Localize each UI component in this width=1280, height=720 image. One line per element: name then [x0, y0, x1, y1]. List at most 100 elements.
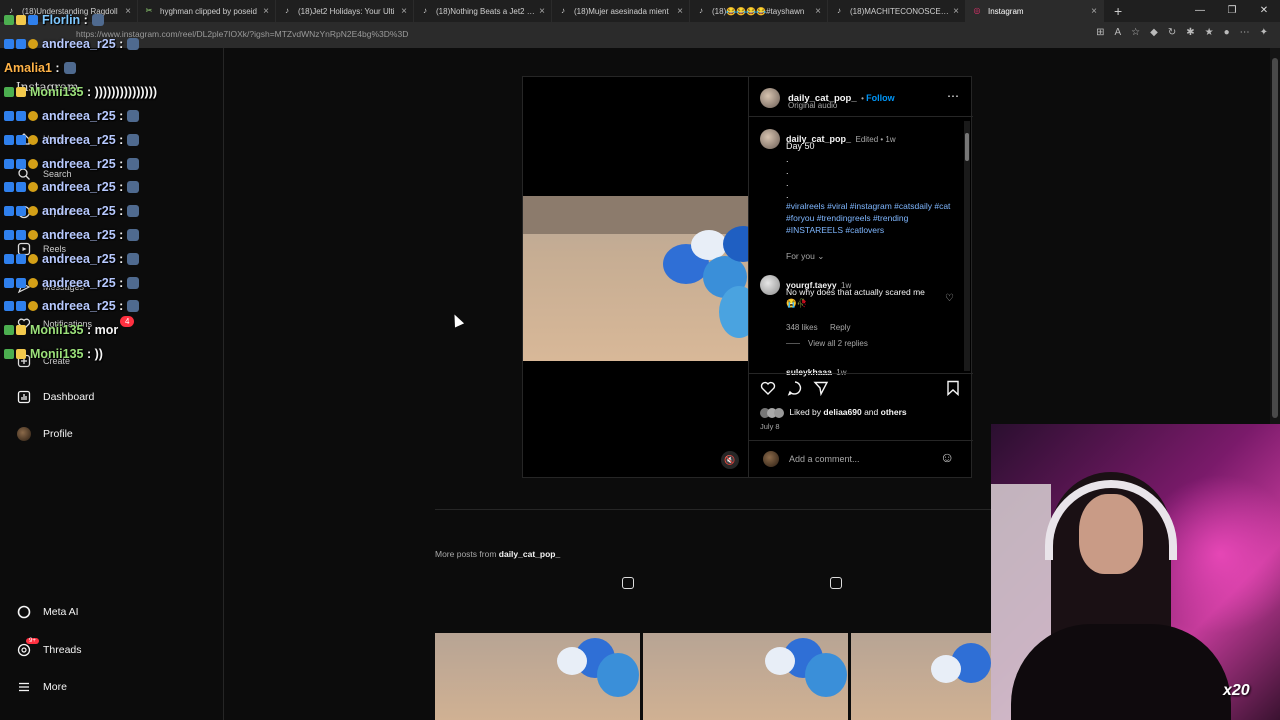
liked-by-user[interactable]: deliaa690 — [823, 407, 861, 417]
more-options-icon[interactable]: ⋯ — [947, 89, 959, 103]
badge-icon — [4, 111, 14, 121]
caption-dots: . . . . — [786, 153, 789, 201]
chat-message: Monii135 : )) — [4, 347, 103, 361]
caption-hashtags[interactable]: #viralreels #viral #instagram #catsdaily… — [786, 200, 961, 236]
favorites-icon[interactable]: ★ — [1205, 27, 1214, 38]
author-avatar[interactable] — [760, 88, 780, 108]
follow-button[interactable]: Follow — [866, 93, 895, 103]
browser-tab[interactable]: ♪ (18)😂😂😂😂#tayshawn × — [690, 0, 828, 22]
sidebar-item-label: Profile — [43, 428, 73, 440]
browser-tab[interactable]: ♪ (18)Mujer asesinada mient × — [552, 0, 690, 22]
more-menu-icon[interactable]: ⋯ — [1240, 27, 1250, 38]
mouse-cursor — [449, 312, 465, 328]
page-scrollbar-thumb[interactable] — [1272, 58, 1278, 418]
extensions-puzzle-icon[interactable]: ✱ — [1186, 27, 1194, 38]
chat-username: andreea_r25 — [42, 109, 116, 123]
sidebar-item-dashboard[interactable]: Dashboard — [16, 389, 94, 405]
video-frame — [523, 196, 748, 361]
comment-like-icon[interactable]: ♡ — [945, 293, 954, 304]
page-scrollbar[interactable] — [1270, 48, 1280, 424]
comment-meta: 348 likes Reply — [786, 317, 850, 335]
more-posts-prefix: More posts from — [435, 549, 497, 559]
liked-by-others[interactable]: others — [881, 407, 907, 417]
chat-username: andreea_r25 — [42, 180, 116, 194]
install-app-icon[interactable]: ⊞ — [1096, 27, 1104, 38]
badge-icon — [4, 182, 14, 192]
reel-icon — [622, 577, 634, 589]
refresh-icon[interactable]: ↻ — [1168, 27, 1176, 38]
badge-icon — [16, 15, 26, 25]
copilot-icon[interactable]: ✦ — [1260, 27, 1268, 38]
minimize-icon[interactable]: — — [1184, 0, 1216, 22]
audio-label[interactable]: Original audio — [788, 101, 837, 110]
comment-reply-button[interactable]: Reply — [830, 323, 850, 332]
commenter-avatar[interactable] — [760, 275, 780, 295]
emote-icon — [127, 38, 140, 50]
browser-tab[interactable]: ♪ (18)MACHITECONOSCE (@ × — [828, 0, 966, 22]
favorite-star-icon[interactable]: ☆ — [1131, 27, 1140, 38]
add-comment-input[interactable]: Add a comment... — [789, 454, 860, 464]
chat-text: mor — [94, 323, 119, 337]
scrollbar-thumb[interactable] — [965, 133, 969, 161]
bookmark-icon[interactable] — [946, 380, 960, 399]
more-posts-author[interactable]: daily_cat_pop_ — [499, 549, 560, 559]
close-tab-icon[interactable]: × — [263, 6, 269, 17]
badge-icon — [4, 135, 14, 145]
comment-likes[interactable]: 348 likes — [786, 323, 818, 332]
post-thumbnail[interactable] — [851, 633, 991, 720]
badge-icon — [16, 278, 26, 288]
sidebar-item-label: Meta AI — [43, 606, 79, 618]
for-you-toggle[interactable]: For you ⌄ — [786, 251, 824, 262]
close-window-icon[interactable]: ✕ — [1248, 0, 1280, 22]
emote-icon — [127, 253, 140, 265]
badge-icon — [16, 135, 26, 145]
close-tab-icon[interactable]: × — [953, 6, 959, 17]
extension-icon[interactable]: ◆ — [1150, 27, 1158, 38]
chat-username: andreea_r25 — [42, 204, 116, 218]
close-tab-icon[interactable]: × — [539, 6, 545, 17]
sidebar-item-profile[interactable]: Profile — [16, 426, 73, 442]
dashboard-icon — [16, 389, 32, 405]
sidebar-item-meta-ai[interactable]: Meta AI — [16, 604, 79, 620]
emote-icon — [127, 229, 140, 241]
balloon — [719, 286, 748, 338]
close-tab-icon[interactable]: × — [125, 6, 131, 17]
browser-tab[interactable]: ♪ (18)Nothing Beats a Jet2 Ho × — [414, 0, 552, 22]
more-posts-heading: More posts from daily_cat_pop_ — [435, 549, 560, 559]
browser-tab[interactable]: ♪ (18)Jet2 Holidays: Your Ulti × — [276, 0, 414, 22]
chat-username: Amalia1 — [4, 61, 52, 75]
read-aloud-icon[interactable]: A — [1114, 27, 1121, 38]
post-thumbnail[interactable] — [643, 633, 848, 720]
sidebar-item-threads[interactable]: Threads — [16, 642, 82, 658]
mute-button[interactable]: 🔇 — [721, 451, 739, 469]
close-tab-icon[interactable]: × — [401, 6, 407, 17]
profile-avatar-icon[interactable]: ● — [1224, 27, 1230, 38]
badge-icon — [16, 39, 26, 49]
comment-icon[interactable] — [787, 380, 803, 399]
post-date: July 8 — [760, 422, 780, 431]
post-thumbnail[interactable] — [435, 633, 640, 720]
view-replies-button[interactable]: View all 2 replies — [786, 339, 868, 348]
chat-text: ))))))))))))))) — [94, 85, 158, 99]
close-tab-icon[interactable]: × — [815, 6, 821, 17]
browser-tab-active[interactable]: ◎ Instagram × — [966, 0, 1104, 22]
caption-author-avatar[interactable] — [760, 129, 780, 149]
tab-title: (18)😂😂😂😂#tayshawn — [712, 6, 805, 16]
sidebar-item-more[interactable]: More — [16, 679, 67, 695]
chat-message: andreea_r25 : — [4, 180, 140, 194]
close-tab-icon[interactable]: × — [677, 6, 683, 17]
emoji-icon[interactable]: ☺ — [940, 449, 954, 465]
close-tab-icon[interactable]: × — [1091, 6, 1097, 17]
comments-scrollbar[interactable] — [964, 121, 970, 371]
caption-dot: . — [786, 178, 789, 188]
like-heart-icon[interactable] — [760, 380, 776, 399]
share-icon[interactable] — [813, 380, 829, 399]
new-tab-icon[interactable]: + — [1114, 3, 1122, 19]
reel-video[interactable]: 🔇 — [523, 77, 748, 477]
reel-icon — [830, 577, 842, 589]
badge-icon — [16, 182, 26, 192]
badge-icon — [4, 254, 14, 264]
multiplier-badge: x20 — [1223, 682, 1250, 699]
browser-tab[interactable]: ✂ hyghman clipped by poseid × — [138, 0, 276, 22]
maximize-icon[interactable]: ❐ — [1216, 0, 1248, 22]
